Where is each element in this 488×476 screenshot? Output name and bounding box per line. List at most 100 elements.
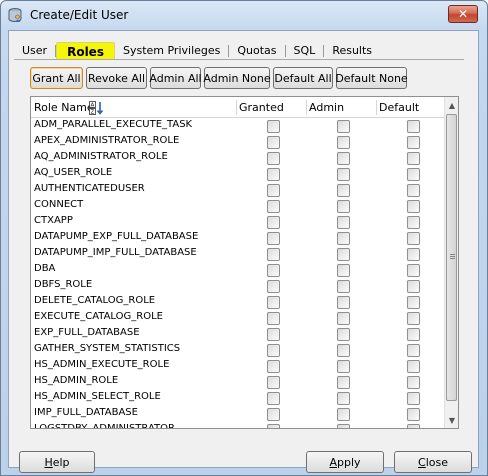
admin-checkbox[interactable] — [337, 184, 350, 197]
scrollbar-thumb[interactable] — [446, 114, 457, 401]
admin-checkbox[interactable] — [337, 376, 350, 389]
scroll-down-icon[interactable]: ▼ — [445, 412, 458, 428]
default-checkbox[interactable] — [407, 184, 420, 197]
tab-system-privileges[interactable]: System Privileges — [115, 42, 228, 60]
default-checkbox[interactable] — [407, 120, 420, 133]
admin-all-button[interactable]: Admin All — [149, 67, 202, 89]
admin-checkbox[interactable] — [337, 312, 350, 325]
scroll-up-icon[interactable]: ▲ — [445, 97, 458, 113]
granted-checkbox[interactable] — [267, 344, 280, 357]
admin-checkbox[interactable] — [337, 232, 350, 245]
default-checkbox[interactable] — [407, 200, 420, 213]
table-row[interactable]: DBFS_ROLE — [31, 278, 445, 294]
table-row[interactable]: GATHER_SYSTEM_STATISTICS — [31, 342, 445, 358]
tab-user[interactable]: User — [14, 42, 55, 60]
admin-checkbox[interactable] — [337, 168, 350, 181]
table-row[interactable]: IMP_FULL_DATABASE — [31, 406, 445, 422]
granted-checkbox[interactable] — [267, 296, 280, 309]
admin-checkbox[interactable] — [337, 408, 350, 421]
granted-checkbox[interactable] — [267, 232, 280, 245]
tab-roles[interactable]: Roles — [56, 42, 115, 60]
vertical-scrollbar[interactable]: ▲ ▼ — [444, 97, 458, 428]
tab-sql[interactable]: SQL — [286, 42, 324, 60]
sort-icon[interactable]: A Z — [89, 101, 105, 115]
admin-checkbox[interactable] — [337, 280, 350, 293]
table-row[interactable]: CTXAPP — [31, 214, 445, 230]
column-header-default[interactable]: Default — [376, 97, 445, 118]
table-row[interactable]: AQ_ADMINISTRATOR_ROLE — [31, 150, 445, 166]
default-checkbox[interactable] — [407, 328, 420, 341]
table-row[interactable]: EXECUTE_CATALOG_ROLE — [31, 310, 445, 326]
default-checkbox[interactable] — [407, 152, 420, 165]
help-button[interactable]: Help — [19, 451, 95, 473]
admin-checkbox[interactable] — [337, 360, 350, 373]
granted-checkbox[interactable] — [267, 360, 280, 373]
table-row[interactable]: EXP_FULL_DATABASE — [31, 326, 445, 342]
granted-checkbox[interactable] — [267, 392, 280, 405]
granted-checkbox[interactable] — [267, 184, 280, 197]
admin-checkbox[interactable] — [337, 120, 350, 133]
table-row[interactable]: HS_ADMIN_ROLE — [31, 374, 445, 390]
granted-checkbox[interactable] — [267, 120, 280, 133]
table-row[interactable]: AUTHENTICATEDUSER — [31, 182, 445, 198]
default-checkbox[interactable] — [407, 136, 420, 149]
table-row[interactable]: HS_ADMIN_SELECT_ROLE — [31, 390, 445, 406]
granted-checkbox[interactable] — [267, 152, 280, 165]
admin-checkbox[interactable] — [337, 424, 350, 428]
granted-checkbox[interactable] — [267, 424, 280, 428]
default-checkbox[interactable] — [407, 344, 420, 357]
granted-checkbox[interactable] — [267, 264, 280, 277]
admin-checkbox[interactable] — [337, 136, 350, 149]
admin-none-button[interactable]: Admin None — [203, 67, 271, 89]
admin-checkbox[interactable] — [337, 216, 350, 229]
admin-checkbox[interactable] — [337, 344, 350, 357]
default-checkbox[interactable] — [407, 360, 420, 373]
admin-checkbox[interactable] — [337, 328, 350, 341]
default-checkbox[interactable] — [407, 248, 420, 261]
default-checkbox[interactable] — [407, 264, 420, 277]
admin-checkbox[interactable] — [337, 248, 350, 261]
default-checkbox[interactable] — [407, 392, 420, 405]
admin-checkbox[interactable] — [337, 264, 350, 277]
granted-checkbox[interactable] — [267, 280, 280, 293]
table-row[interactable]: APEX_ADMINISTRATOR_ROLE — [31, 134, 445, 150]
table-row[interactable]: DATAPUMP_EXP_FULL_DATABASE — [31, 230, 445, 246]
admin-checkbox[interactable] — [337, 296, 350, 309]
default-checkbox[interactable] — [407, 376, 420, 389]
table-row[interactable]: DBA — [31, 262, 445, 278]
default-checkbox[interactable] — [407, 232, 420, 245]
close-button[interactable]: Close — [394, 451, 472, 473]
default-checkbox[interactable] — [407, 424, 420, 428]
granted-checkbox[interactable] — [267, 312, 280, 325]
window-close-button[interactable]: ✕ — [448, 5, 478, 23]
tab-results[interactable]: Results — [324, 42, 380, 60]
granted-checkbox[interactable] — [267, 376, 280, 389]
tab-quotas[interactable]: Quotas — [229, 42, 284, 60]
granted-checkbox[interactable] — [267, 408, 280, 421]
granted-checkbox[interactable] — [267, 168, 280, 181]
table-row[interactable]: LOGSTDBY_ADMINISTRATOR — [31, 422, 445, 428]
granted-checkbox[interactable] — [267, 216, 280, 229]
granted-checkbox[interactable] — [267, 328, 280, 341]
default-checkbox[interactable] — [407, 216, 420, 229]
table-row[interactable]: DATAPUMP_IMP_FULL_DATABASE — [31, 246, 445, 262]
table-row[interactable]: DELETE_CATALOG_ROLE — [31, 294, 445, 310]
default-checkbox[interactable] — [407, 408, 420, 421]
admin-checkbox[interactable] — [337, 200, 350, 213]
table-row[interactable]: AQ_USER_ROLE — [31, 166, 445, 182]
admin-checkbox[interactable] — [337, 152, 350, 165]
revoke-all-button[interactable]: Revoke All — [86, 67, 147, 89]
default-checkbox[interactable] — [407, 296, 420, 309]
table-row[interactable]: ADM_PARALLEL_EXECUTE_TASK — [31, 118, 445, 134]
grant-all-button[interactable]: Grant All — [30, 67, 83, 89]
table-row[interactable]: CONNECT — [31, 198, 445, 214]
apply-button[interactable]: Apply — [306, 451, 384, 473]
default-checkbox[interactable] — [407, 168, 420, 181]
default-none-button[interactable]: Default None — [335, 67, 408, 89]
granted-checkbox[interactable] — [267, 248, 280, 261]
admin-checkbox[interactable] — [337, 392, 350, 405]
column-header-role-name[interactable]: Role Name — [31, 97, 236, 118]
table-row[interactable]: HS_ADMIN_EXECUTE_ROLE — [31, 358, 445, 374]
default-checkbox[interactable] — [407, 312, 420, 325]
column-header-admin[interactable]: Admin — [306, 97, 376, 118]
